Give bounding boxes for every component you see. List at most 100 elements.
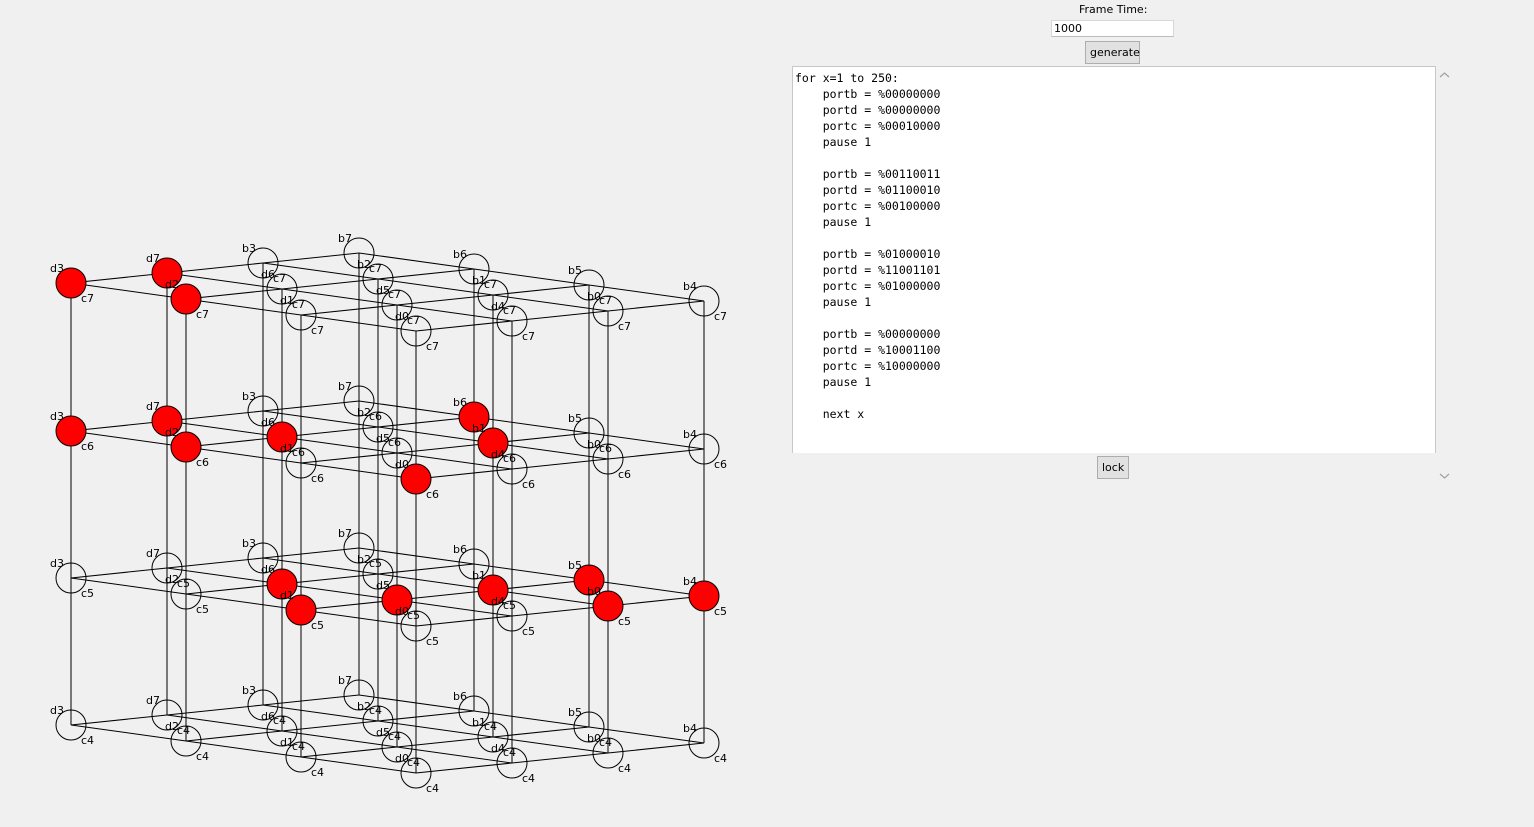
led-cube-canvas[interactable]: d3c7d7c7b3c7b7c7d2c7d6c7b2c7b6c7d1c7d5c7… (0, 0, 760, 827)
layer-label: c7 (714, 310, 727, 323)
layer-label: c6 (311, 472, 324, 485)
column-label: b1 (472, 274, 486, 287)
scroll-down-icon[interactable] (1439, 472, 1450, 480)
column-label: b3 (242, 537, 256, 550)
column-label: d4 (491, 595, 505, 608)
layer-label: c4 (522, 772, 535, 785)
scroll-up-icon[interactable] (1439, 71, 1450, 79)
column-label: d3 (50, 704, 64, 717)
column-label: b7 (338, 527, 352, 540)
layer-label: c7 (426, 340, 439, 353)
column-label: d7 (146, 252, 160, 265)
column-label: d0 (395, 752, 409, 765)
column-label: b0 (587, 438, 601, 451)
layer-label: c7 (522, 330, 535, 343)
layer-label: c5 (426, 635, 439, 648)
column-label: b4 (683, 575, 697, 588)
column-label: d5 (376, 432, 390, 445)
column-label: d2 (165, 720, 179, 733)
code-scrollbar[interactable] (1436, 66, 1453, 486)
layer-label: c5 (196, 603, 209, 616)
column-label: d5 (376, 284, 390, 297)
column-label: d2 (165, 573, 179, 586)
column-label: d0 (395, 605, 409, 618)
column-label: d1 (280, 589, 294, 602)
column-label: b7 (338, 232, 352, 245)
layer-label: c5 (311, 619, 324, 632)
code-output-text[interactable]: for x=1 to 250: portb = %00000000 portd … (793, 67, 1435, 422)
column-label: b7 (338, 380, 352, 393)
column-label: b4 (683, 280, 697, 293)
column-label: d2 (165, 278, 179, 291)
column-label: d6 (261, 416, 275, 429)
column-label: d1 (280, 736, 294, 749)
column-label: b0 (587, 290, 601, 303)
layer-label: c6 (618, 468, 631, 481)
column-label: b2 (357, 258, 371, 271)
column-label: b1 (472, 422, 486, 435)
layer-label: c7 (81, 292, 94, 305)
layer-label: c6 (714, 458, 727, 471)
column-label: b6 (453, 543, 467, 556)
column-label: b5 (568, 559, 582, 572)
column-label: d3 (50, 557, 64, 570)
layer-label: c6 (81, 440, 94, 453)
layer-label: c5 (81, 587, 94, 600)
generate-button[interactable]: generate (1085, 41, 1140, 64)
column-label: b2 (357, 553, 371, 566)
column-label: b2 (357, 700, 371, 713)
layer-label: c6 (196, 456, 209, 469)
column-label: d6 (261, 268, 275, 281)
layer-label: c4 (714, 752, 727, 765)
layer-label: c4 (196, 750, 209, 763)
column-label: d1 (280, 294, 294, 307)
column-label: b3 (242, 390, 256, 403)
frame-time-input[interactable] (1051, 20, 1174, 37)
column-label: b3 (242, 684, 256, 697)
column-label: d4 (491, 300, 505, 313)
column-label: b4 (683, 722, 697, 735)
layer-label: c7 (311, 324, 324, 337)
code-output-box[interactable]: for x=1 to 250: portb = %00000000 portd … (792, 66, 1436, 453)
layer-label: c7 (196, 308, 209, 321)
layer-label: c4 (426, 782, 439, 795)
column-label: b5 (568, 706, 582, 719)
column-label: b1 (472, 716, 486, 729)
column-label: b1 (472, 569, 486, 582)
column-label: d7 (146, 547, 160, 560)
cube-wireframe (70, 252, 705, 774)
column-label: d5 (376, 579, 390, 592)
lock-button[interactable]: lock (1097, 456, 1129, 479)
layer-label: c6 (426, 488, 439, 501)
layer-label: c6 (522, 478, 535, 491)
column-label: b3 (242, 242, 256, 255)
layer-label: c5 (522, 625, 535, 638)
column-label: b5 (568, 264, 582, 277)
layer-label: c5 (618, 615, 631, 628)
column-label: d0 (395, 458, 409, 471)
column-label: d2 (165, 426, 179, 439)
column-label: b4 (683, 428, 697, 441)
column-label: b6 (453, 248, 467, 261)
led-layer-group: d3c7d7c7b3c7b7c7d2c7d6c7b2c7b6c7d1c7d5c7… (50, 232, 727, 795)
column-label: b0 (587, 585, 601, 598)
column-label: b6 (453, 690, 467, 703)
layer-label: c5 (714, 605, 727, 618)
column-label: b7 (338, 674, 352, 687)
column-label: d4 (491, 448, 505, 461)
layer-label: c7 (618, 320, 631, 333)
column-label: b0 (587, 732, 601, 745)
column-label: d6 (261, 563, 275, 576)
layer-label: c4 (81, 734, 94, 747)
column-label: d3 (50, 410, 64, 423)
column-label: d1 (280, 442, 294, 455)
column-label: d5 (376, 726, 390, 739)
column-label: d6 (261, 710, 275, 723)
layer-label: c4 (311, 766, 324, 779)
column-label: d4 (491, 742, 505, 755)
column-label: d7 (146, 694, 160, 707)
column-label: b6 (453, 396, 467, 409)
column-label: d3 (50, 262, 64, 275)
layer-label: c4 (618, 762, 631, 775)
column-label: d0 (395, 310, 409, 323)
